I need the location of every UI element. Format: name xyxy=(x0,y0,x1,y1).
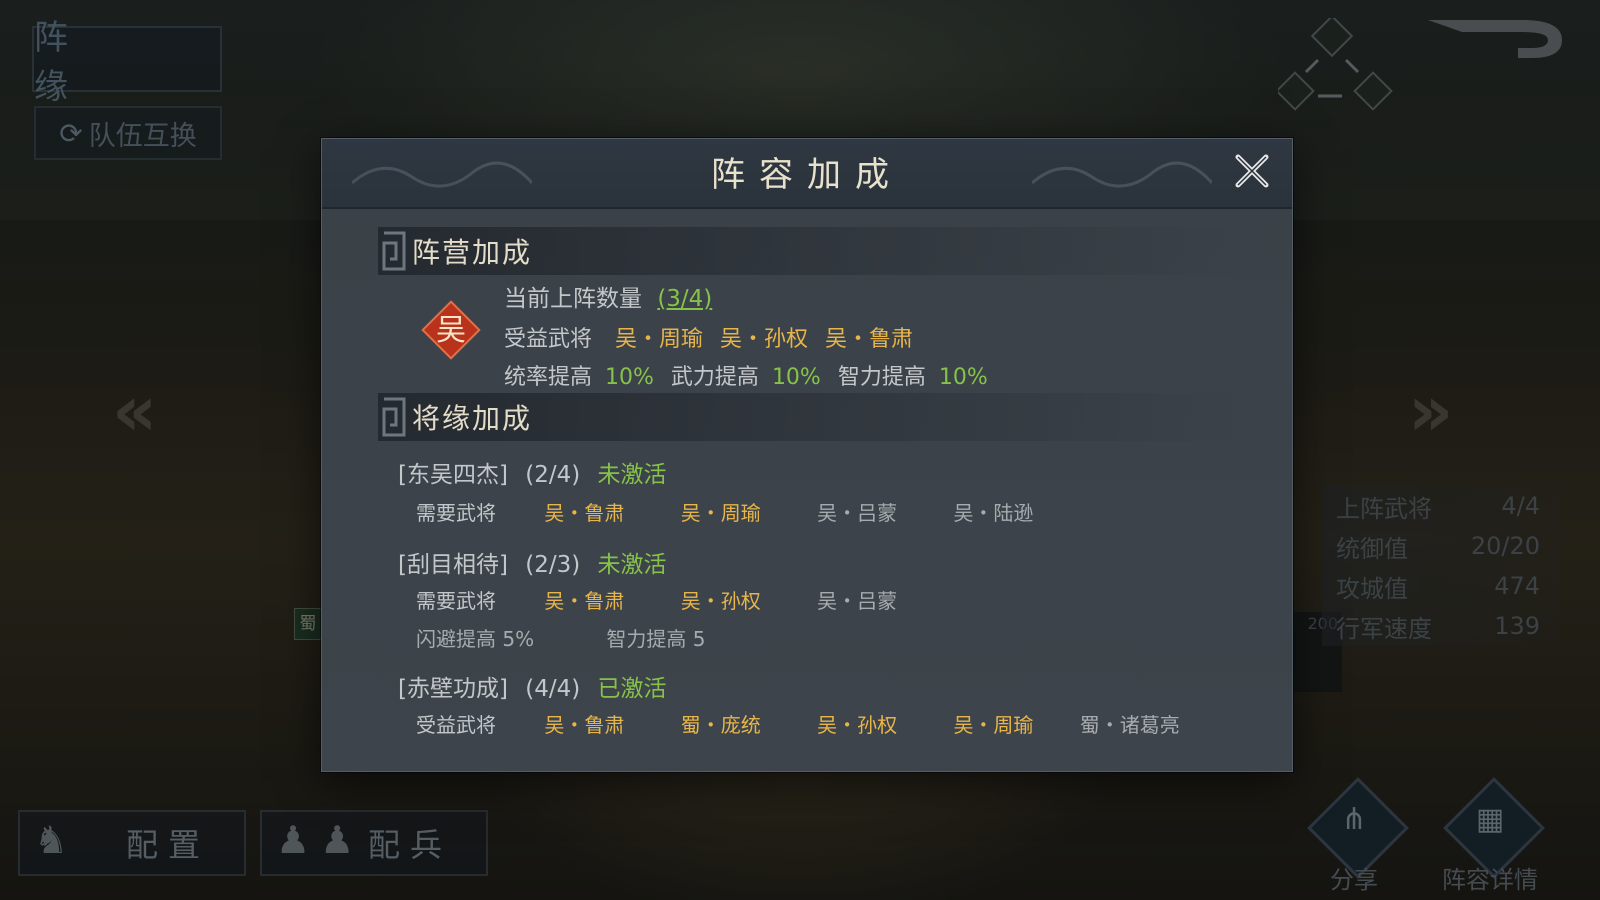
bond-progress: (2/3) xyxy=(525,552,581,578)
bonus-value: 10% xyxy=(771,365,821,390)
general-name: 吴・吕蒙 xyxy=(817,501,898,525)
svg-text:吴: 吴 xyxy=(436,313,466,348)
bonus-label: 武力提高 xyxy=(670,365,759,390)
general-name: 蜀・庞统 xyxy=(680,713,761,737)
bond-title-row: [东吴四杰] (2/4) 未激活 xyxy=(398,455,667,489)
general-name: 吴・周瑜 xyxy=(615,327,704,352)
bonus-value: 10% xyxy=(605,365,654,390)
general-name: 吴・周瑜 xyxy=(680,501,761,525)
bond-effect: 智力提高 5 xyxy=(606,627,706,651)
bond-generals-row: 需要武将 吴・鲁肃 吴・孙权 吴・吕蒙 xyxy=(416,585,947,614)
general-name: 吴・鲁肃 xyxy=(544,501,625,525)
general-name: 吴・周瑜 xyxy=(953,713,1034,737)
dialog-title: 阵容加成 xyxy=(711,155,903,195)
general-name: 吴・陆逊 xyxy=(953,501,1034,525)
bond-status: 未激活 xyxy=(597,462,667,488)
count-label: 当前上阵数量 xyxy=(504,286,642,312)
bond-generals-row: 受益武将 吴・鲁肃 蜀・庞统 吴・孙权 吴・周瑜 蜀・诸葛亮 xyxy=(416,709,1180,738)
faction-bonus-row: 统率提高 10% 武力提高 10% 智力提高 10% xyxy=(504,359,988,391)
faction-bonus-header: 阵营加成 xyxy=(378,227,1258,275)
bonus-label: 智力提高 xyxy=(837,365,926,390)
count-value[interactable]: (3/4) xyxy=(657,286,712,312)
general-name: 吴・鲁肃 xyxy=(544,589,625,613)
faction-beneficiaries-row: 受益武将 吴・周瑜 吴・孙权 吴・鲁肃 xyxy=(504,321,913,353)
general-name: 蜀・诸葛亮 xyxy=(1079,713,1180,737)
bond-status: 未激活 xyxy=(597,552,667,578)
bond-name: [东吴四杰] xyxy=(398,462,508,488)
lineup-bonus-dialog: 阵容加成 阵营加成 吴 当前上阵数量 (3/4) 受益武将 吴・周瑜 吴・孙权 … xyxy=(321,138,1293,772)
beneficiary-label: 受益武将 xyxy=(504,327,593,352)
generals-label: 需要武将 xyxy=(416,589,496,613)
bond-progress: (4/4) xyxy=(525,676,581,702)
wu-faction-emblem: 吴 xyxy=(421,300,481,360)
bond-status: 已激活 xyxy=(597,676,667,702)
general-name: 吴・鲁肃 xyxy=(544,713,625,737)
faction-bonus-title: 阵营加成 xyxy=(412,236,533,269)
meander-ornament-icon xyxy=(382,231,406,271)
bond-title-row: [赤壁功成] (4/4) 已激活 xyxy=(398,669,667,703)
bond-name: [刮目相待] xyxy=(398,552,508,578)
bonus-value: 10% xyxy=(938,365,988,390)
general-name: 吴・吕蒙 xyxy=(817,589,898,613)
bond-title-row: [刮目相待] (2/3) 未激活 xyxy=(398,545,667,579)
bonus-label: 统率提高 xyxy=(504,365,593,390)
bond-effect: 闪避提高 5% xyxy=(416,627,535,651)
general-name: 吴・孙权 xyxy=(720,327,809,352)
faction-count-row: 当前上阵数量 (3/4) xyxy=(504,279,712,313)
dialog-header: 阵容加成 xyxy=(322,139,1292,209)
bond-bonus-header: 将缘加成 xyxy=(378,393,1258,441)
bond-bonus-title: 将缘加成 xyxy=(412,402,533,435)
close-icon[interactable] xyxy=(1230,149,1274,193)
generals-label: 需要武将 xyxy=(416,501,496,525)
bond-effects-row: 闪避提高 5% 智力提高 5 xyxy=(416,623,705,652)
bond-generals-row: 需要武将 吴・鲁肃 吴・周瑜 吴・吕蒙 吴・陆逊 xyxy=(416,497,1083,526)
meander-ornament-icon xyxy=(382,397,406,437)
generals-label: 受益武将 xyxy=(416,713,496,737)
bond-name: [赤壁功成] xyxy=(398,676,508,702)
general-name: 吴・孙权 xyxy=(680,589,761,613)
general-name: 吴・孙权 xyxy=(817,713,898,737)
general-name: 吴・鲁肃 xyxy=(825,327,914,352)
bond-progress: (2/4) xyxy=(525,462,581,488)
